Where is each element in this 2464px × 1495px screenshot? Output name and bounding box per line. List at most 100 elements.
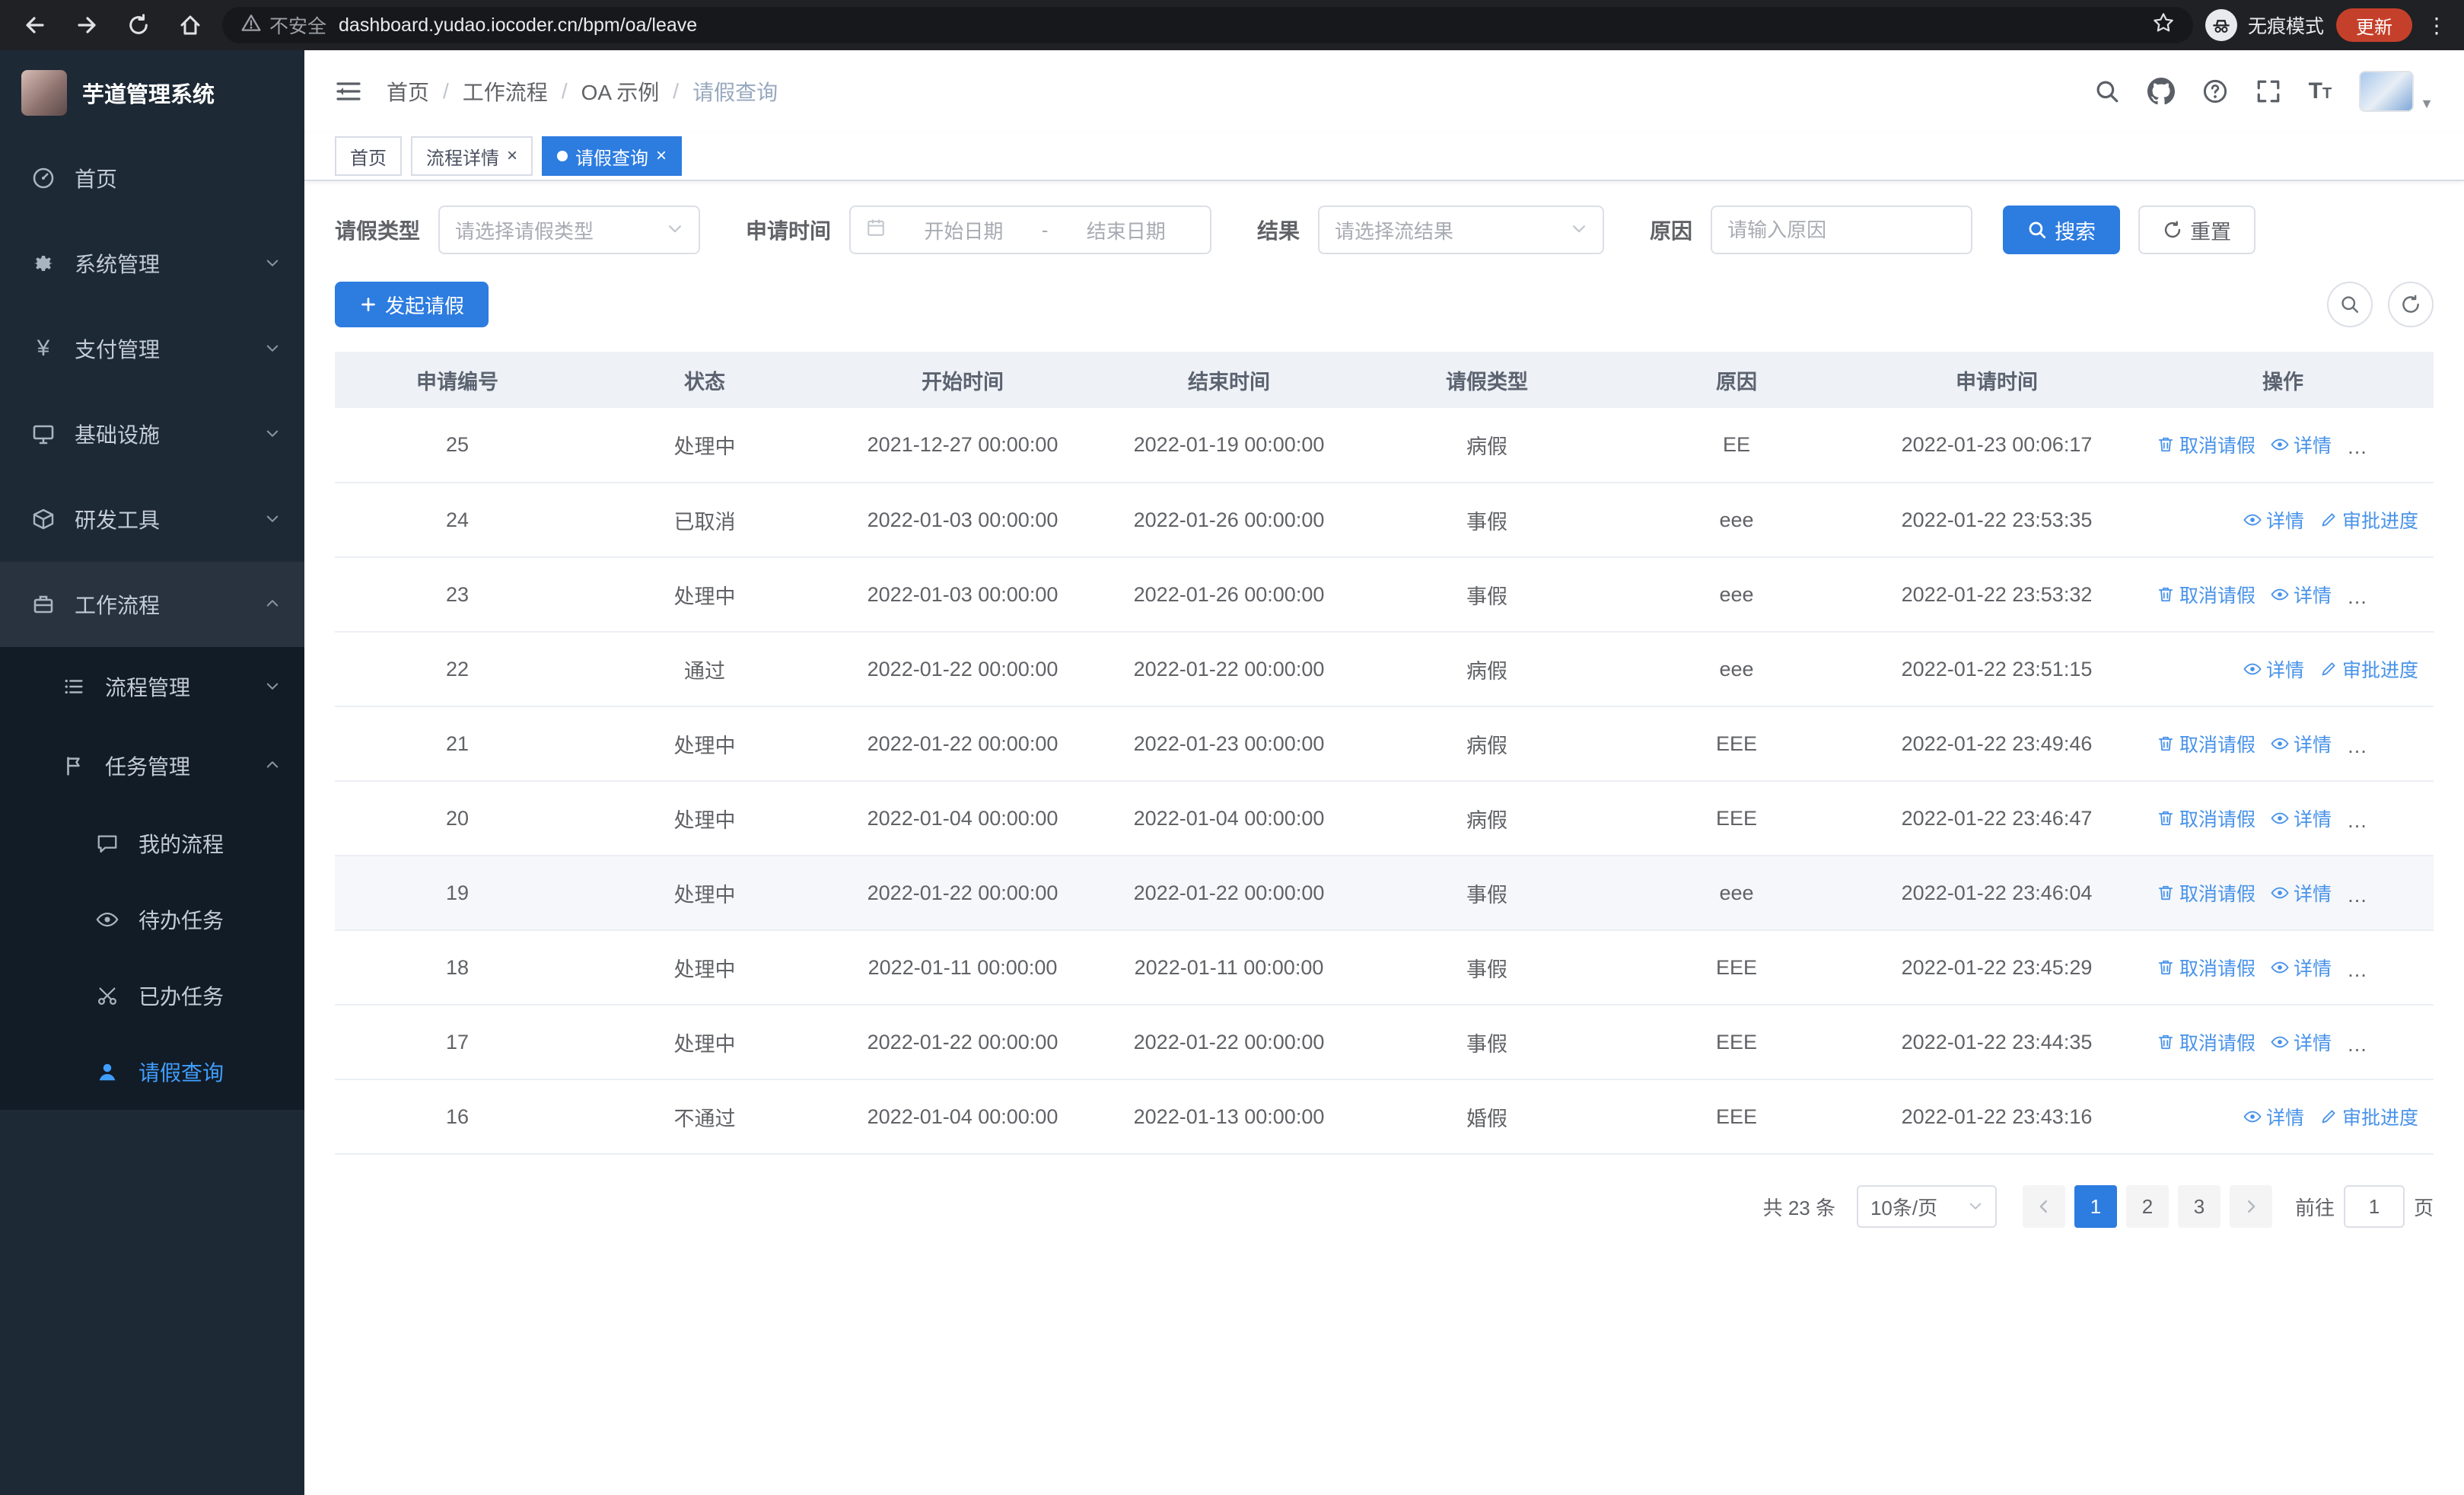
tab-process-detail[interactable]: 流程详情 × (411, 136, 533, 176)
security-warning[interactable]: 不安全 (240, 11, 326, 39)
browser-address-bar[interactable]: 不安全 dashboard.yudao.iocoder.cn/bpm/oa/le… (222, 7, 2193, 43)
table-cell: 2022-01-22 00:00:00 (829, 1005, 1096, 1080)
close-icon[interactable]: × (507, 147, 517, 165)
sidebar-item-payment[interactable]: ¥ 支付管理 (0, 306, 304, 391)
cancel-action-link[interactable]: 取消请假 (2157, 879, 2255, 907)
sidebar-item-infrastructure[interactable]: 基础设施 (0, 391, 304, 477)
sidebar-collapse-icon[interactable] (335, 78, 362, 105)
browser-update-button[interactable]: 更新 (2336, 8, 2412, 42)
reason-input[interactable] (1711, 206, 1973, 254)
sidebar-item-todo-tasks[interactable]: 待办任务 (0, 881, 304, 958)
breadcrumb-item[interactable]: 首页 (387, 76, 429, 107)
close-icon[interactable]: × (656, 147, 667, 165)
table-cell: 2022-01-22 00:00:00 (829, 706, 1096, 782)
create-leave-button[interactable]: 发起请假 (335, 282, 489, 327)
security-warning-label: 不安全 (269, 16, 327, 37)
browser-forward-button[interactable] (67, 5, 107, 45)
detail-action-link[interactable]: 详情 (2243, 506, 2304, 534)
detail-action-link[interactable]: 详情 (2243, 1103, 2304, 1130)
github-icon[interactable] (2147, 78, 2175, 105)
table-row: 19 处理中 2022-01-22 00:00:00 2022-01-22 00:00… (335, 856, 2434, 931)
progress-action-link[interactable]: 审批进度 (2319, 1103, 2418, 1130)
table-cell: 19 (335, 856, 580, 931)
sidebar-item-devtools[interactable]: 研发工具 (0, 477, 304, 562)
breadcrumb-separator: / (673, 79, 680, 103)
page-button-3[interactable]: 3 (2177, 1185, 2220, 1228)
active-tab-dot (557, 151, 568, 161)
search-button[interactable]: 搜索 (2003, 206, 2121, 254)
progress-action-link[interactable]: 审批进度 (2319, 655, 2418, 683)
table-cell: 2022-01-03 00:00:00 (829, 483, 1096, 558)
sidebar-item-my-processes[interactable]: 我的流程 (0, 805, 304, 881)
breadcrumb-item[interactable]: 工作流程 (463, 76, 548, 107)
sidebar-item-home[interactable]: 首页 (0, 135, 304, 221)
user-menu[interactable]: ▼ (2359, 71, 2434, 112)
fullscreen-icon[interactable] (2255, 78, 2281, 104)
sidebar-item-task-management[interactable]: 任务管理 (0, 726, 304, 805)
detail-action-link[interactable]: 详情 (2271, 730, 2332, 757)
row-actions: 取消请假详情审批进度 (2132, 706, 2434, 782)
detail-action-link[interactable]: 详情 (2271, 581, 2332, 608)
browser-back-button[interactable] (15, 5, 55, 45)
sidebar-item-system[interactable]: 系统管理 (0, 221, 304, 306)
tab-leave-query[interactable]: 请假查询 × (542, 136, 683, 176)
leave-type-select[interactable]: 请选择请假类型 (438, 206, 701, 254)
bookmark-star-icon[interactable] (2152, 11, 2175, 40)
search-icon[interactable] (2094, 78, 2120, 104)
cancel-action-link[interactable]: 取消请假 (2157, 581, 2255, 608)
tab-home[interactable]: 首页 (335, 136, 402, 176)
progress-action-link[interactable]: 审批进度 (2319, 506, 2418, 534)
column-header: 申请编号 (335, 352, 580, 408)
date-range-picker[interactable]: 开始日期 - 结束日期 (849, 206, 1212, 254)
sidebar-item-leave-query[interactable]: 请假查询 (0, 1034, 304, 1110)
detail-action-link[interactable]: 详情 (2271, 879, 2332, 907)
sidebar-item-done-tasks[interactable]: 已办任务 (0, 958, 304, 1034)
select-placeholder: 请选择请假类型 (455, 219, 594, 243)
table-row: 17 处理中 2022-01-22 00:00:00 2022-01-22 00:00… (335, 1005, 2434, 1080)
detail-action-link[interactable]: 详情 (2271, 431, 2332, 458)
help-icon[interactable] (2202, 78, 2228, 104)
chevron-down-icon (1571, 218, 1587, 242)
row-actions: 详情 审批进度 (2132, 483, 2434, 558)
toggle-search-button[interactable] (2327, 282, 2373, 327)
table-cell: eee (1612, 632, 1861, 707)
page-button-2[interactable]: 2 (2125, 1185, 2169, 1228)
detail-action-link[interactable]: 详情 (2271, 805, 2332, 832)
table-cell: 事假 (1362, 930, 1612, 1006)
detail-action-link[interactable]: 详情 (2271, 954, 2332, 981)
table-tools (2327, 282, 2434, 327)
sidebar-item-process-management[interactable]: 流程管理 (0, 647, 304, 726)
cancel-action-link[interactable]: 取消请假 (2157, 730, 2255, 757)
reset-button[interactable]: 重置 (2138, 206, 2256, 254)
browser-home-button[interactable] (170, 5, 210, 45)
refresh-button[interactable] (2388, 282, 2434, 327)
sidebar-item-workflow[interactable]: 工作流程 (0, 562, 304, 647)
next-page-button[interactable] (2229, 1185, 2272, 1228)
app-title: 芋道管理系统 (82, 83, 215, 107)
result-select[interactable]: 请选择流结果 (1318, 206, 1605, 254)
avatar (2359, 71, 2415, 112)
row-actions: 取消请假详情审批进度 (2132, 408, 2434, 483)
browser-reload-button[interactable] (119, 5, 158, 45)
detail-action-link[interactable]: 详情 (2271, 1028, 2332, 1056)
cancel-action-link[interactable]: 取消请假 (2157, 1028, 2255, 1056)
page-button-1[interactable]: 1 (2074, 1185, 2117, 1228)
browser-menu-button[interactable]: ⋮ (2424, 13, 2449, 38)
table-cell: 2022-01-13 00:00:00 (1096, 1079, 1362, 1155)
cancel-action-link[interactable]: 取消请假 (2157, 431, 2255, 458)
detail-action-link[interactable]: 详情 (2243, 655, 2304, 683)
table-cell: 2022-01-04 00:00:00 (1096, 781, 1362, 856)
cancel-action-link[interactable]: 取消请假 (2157, 805, 2255, 832)
table-cell: 2022-01-22 00:00:00 (1096, 856, 1362, 931)
breadcrumb-item[interactable]: OA 示例 (581, 76, 660, 107)
table-row: 23 处理中 2022-01-03 00:00:00 2022-01-26 00:00… (335, 557, 2434, 633)
table-cell: 2022-01-22 23:46:04 (1861, 856, 2132, 931)
row-actions: 取消请假详情审批进度 (2132, 557, 2434, 633)
font-size-icon[interactable]: TT (2309, 78, 2332, 104)
page-size-select[interactable]: 10条/页 (1856, 1185, 1997, 1228)
goto-page-input[interactable] (2343, 1185, 2405, 1228)
table-cell: 处理中 (580, 1005, 829, 1080)
prev-page-button[interactable] (2022, 1185, 2065, 1228)
cancel-action-link[interactable]: 取消请假 (2157, 954, 2255, 981)
sidebar-item-label: 支付管理 (75, 338, 161, 362)
